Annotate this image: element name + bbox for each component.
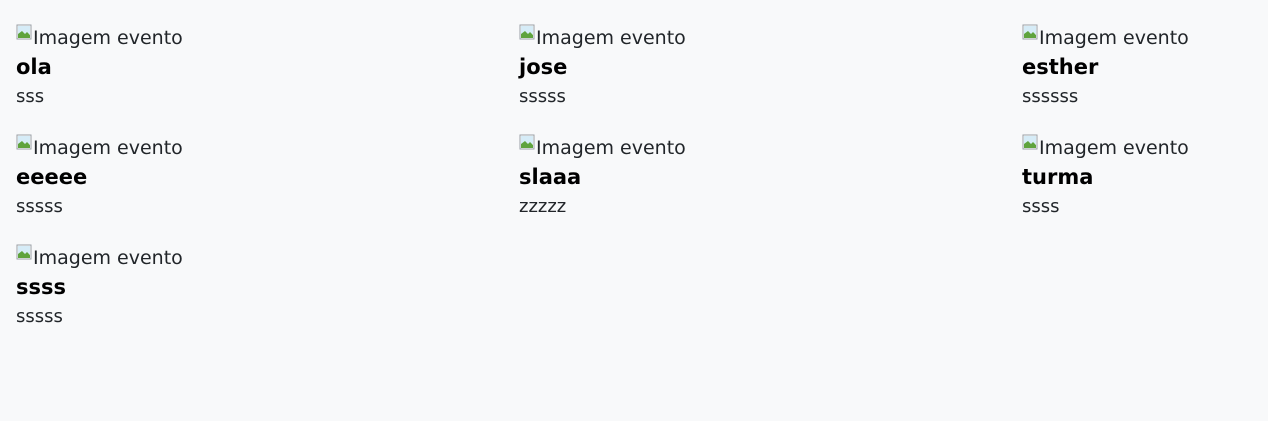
event-description: ssss [1022, 196, 1060, 217]
event-image-alt-text: Imagem evento [536, 137, 686, 159]
event-image-alt-text: Imagem evento [1039, 137, 1189, 159]
event-image: Imagem evento [1022, 134, 1189, 163]
event-card: Imagem evento jose sssss [519, 24, 1022, 134]
event-card: Imagem evento esther ssssss [1022, 24, 1252, 134]
event-description: zzzzz [519, 196, 567, 217]
event-image: Imagem evento [519, 24, 686, 53]
event-image-alt-text: Imagem evento [33, 27, 183, 49]
event-description: sssss [519, 86, 566, 107]
event-image-alt-text: Imagem evento [33, 137, 183, 159]
event-description: sssss [16, 306, 63, 327]
event-image-alt-text: Imagem evento [33, 247, 183, 269]
broken-image-icon [519, 24, 535, 39]
event-card: Imagem evento ola sss [16, 24, 519, 134]
event-description: ssssss [1022, 86, 1079, 107]
events-grid: Imagem evento ola sss Imagem evento jose… [16, 24, 1252, 354]
event-title: turma [1022, 165, 1094, 189]
broken-image-icon [16, 24, 32, 39]
event-card: Imagem evento slaaa zzzzz [519, 134, 1022, 244]
event-card: Imagem evento ssss sssss [16, 244, 519, 354]
event-title: esther [1022, 55, 1099, 79]
event-title: eeeee [16, 165, 88, 189]
event-title: jose [519, 55, 568, 79]
event-description: sssss [16, 196, 63, 217]
broken-image-icon [16, 244, 32, 259]
broken-image-icon [1022, 24, 1038, 39]
event-image: Imagem evento [16, 244, 183, 273]
event-image: Imagem evento [1022, 24, 1189, 53]
broken-image-icon [16, 134, 32, 149]
broken-image-icon [1022, 134, 1038, 149]
event-title: ola [16, 55, 52, 79]
broken-image-icon [519, 134, 535, 149]
event-description: sss [16, 86, 45, 107]
event-card: Imagem evento eeeee sssss [16, 134, 519, 244]
event-image-alt-text: Imagem evento [1039, 27, 1189, 49]
event-image-alt-text: Imagem evento [536, 27, 686, 49]
event-image: Imagem evento [16, 134, 183, 163]
event-image: Imagem evento [519, 134, 686, 163]
event-card: Imagem evento turma ssss [1022, 134, 1252, 244]
event-image: Imagem evento [16, 24, 183, 53]
event-title: ssss [16, 275, 66, 299]
event-title: slaaa [519, 165, 582, 189]
